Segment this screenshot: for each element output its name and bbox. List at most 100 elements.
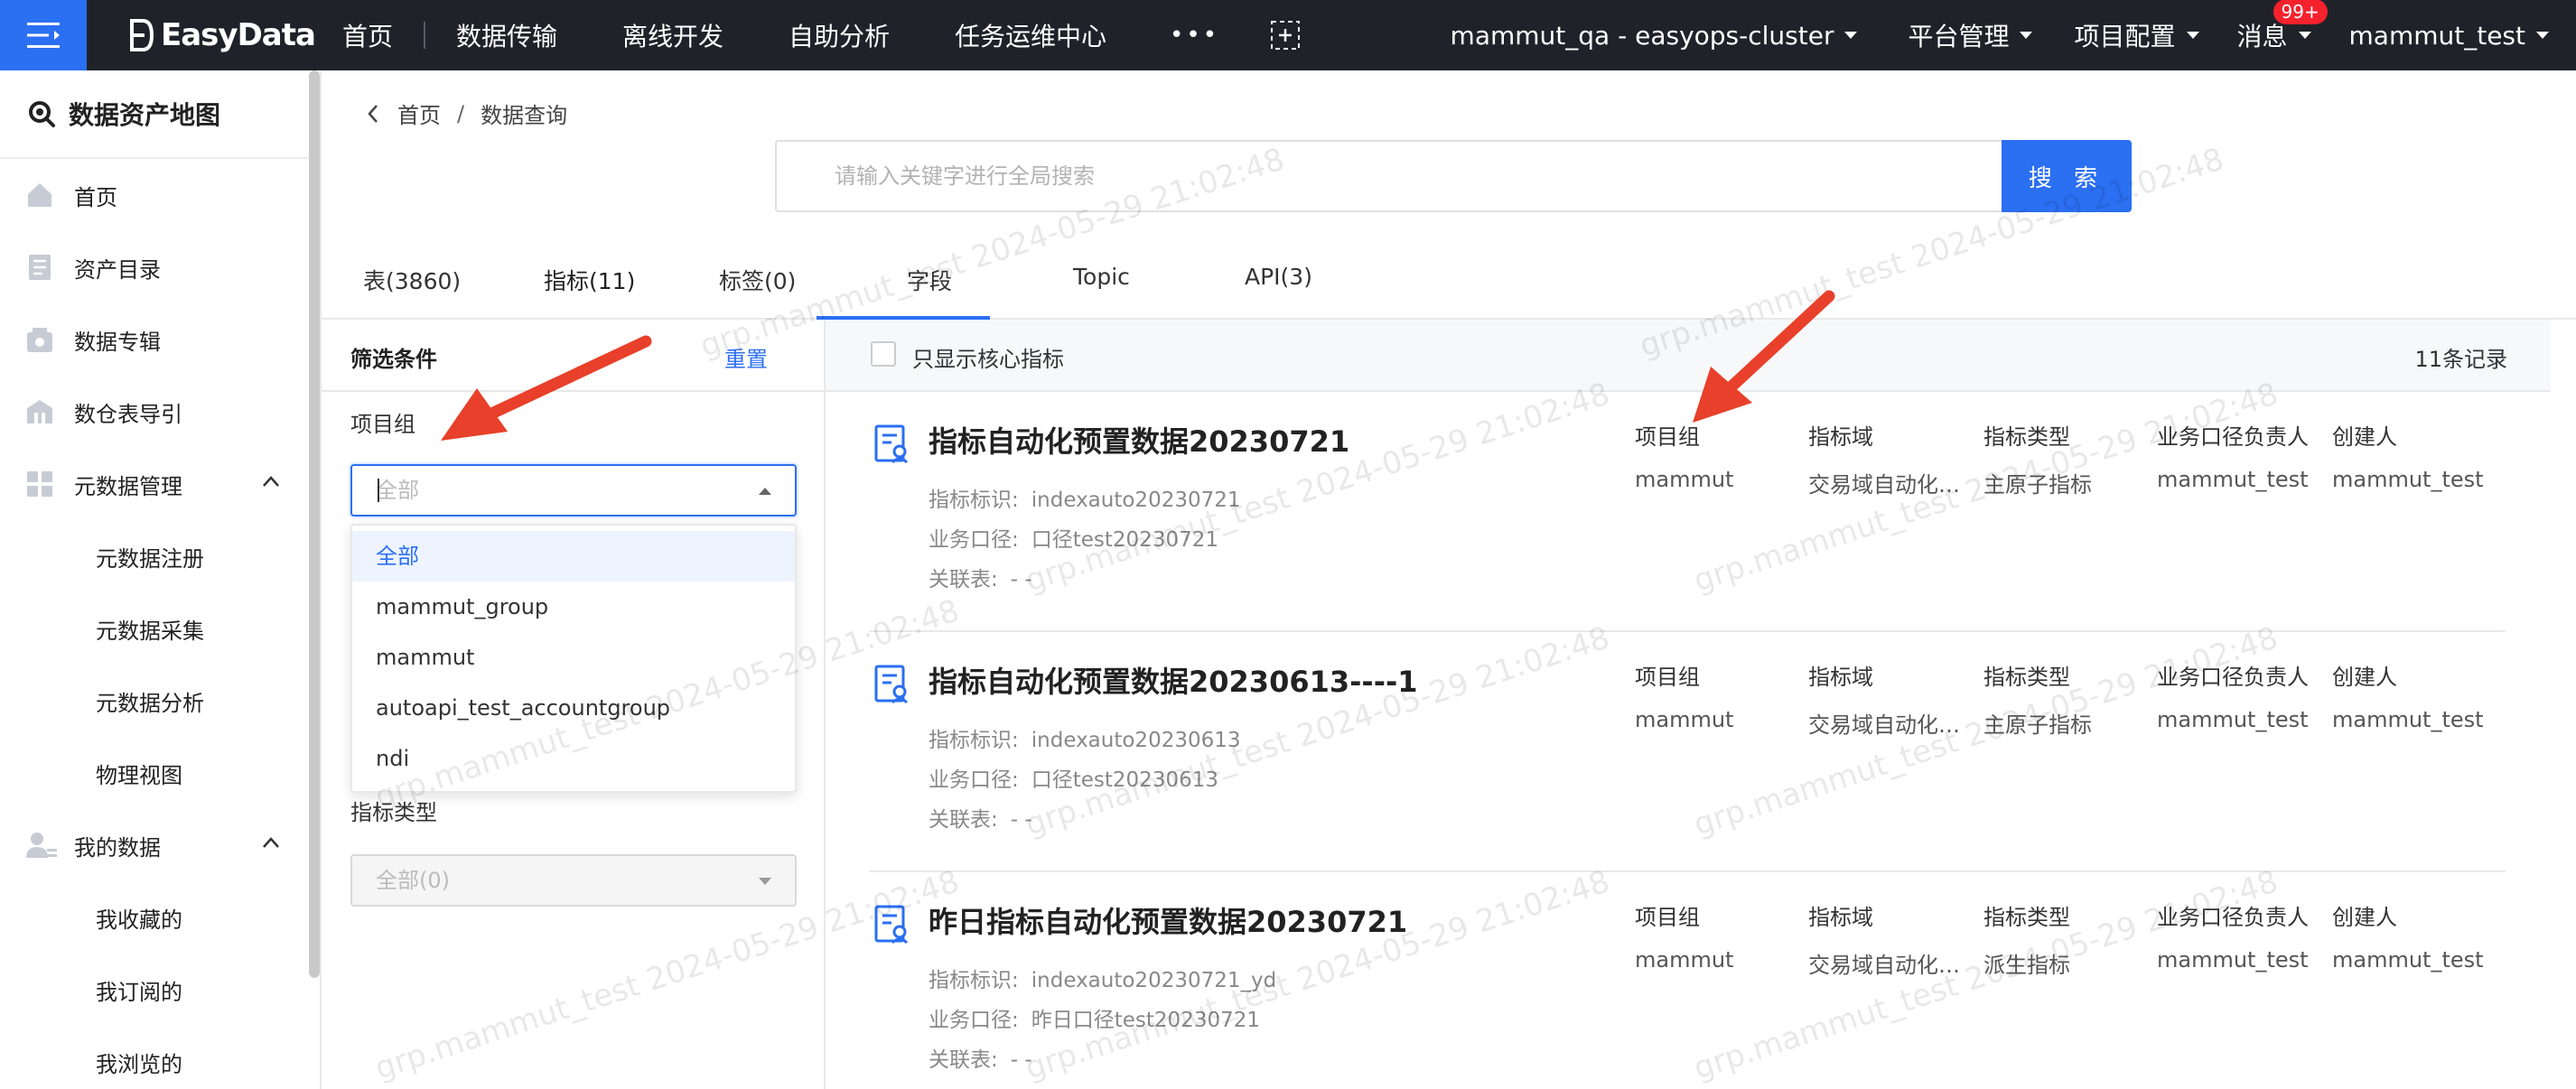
user-menu[interactable]: mammut_test: [2349, 21, 2549, 51]
cluster-selector[interactable]: mammut_qa - easyops-cluster: [1451, 21, 1858, 51]
messages-menu[interactable]: 消息 99+: [2237, 0, 2328, 53]
col-creator: 创建人 mammut_test: [2332, 899, 2504, 973]
sidebar-item-label: 我订阅的: [96, 979, 182, 1005]
sidebar-item-physical-view[interactable]: 物理视图: [0, 737, 307, 809]
metric-type-value: 全部(0): [376, 868, 450, 893]
dropdown-option[interactable]: ndi: [352, 733, 795, 784]
core-only-checkbox[interactable]: [871, 341, 896, 367]
chevron-down-icon: [2186, 32, 2199, 39]
tab-metrics[interactable]: 指标(11): [544, 264, 635, 296]
metric-card[interactable]: 指标自动化预置数据20230721 指标标识: indexauto20230721…: [869, 392, 2506, 632]
caret-down-icon: [759, 878, 771, 885]
dropdown-option[interactable]: mammut_group: [352, 582, 795, 632]
sidebar-item-album[interactable]: 数据专辑: [0, 303, 307, 376]
metric-doc-icon: [874, 665, 909, 704]
metric-rel-line: 关联表: - -: [929, 1042, 1032, 1073]
filter-title: 筛选条件: [350, 347, 437, 372]
sidebar-item-label: 元数据分析: [96, 690, 204, 716]
metric-doc-icon: [874, 905, 909, 945]
platform-label: 平台管理: [1908, 22, 2010, 51]
project-group-select[interactable]: 全部: [350, 464, 797, 517]
search-button[interactable]: 搜 索: [2002, 140, 2132, 212]
col-header: 业务口径负责人: [2157, 424, 2309, 450]
sidebar-item-my-data[interactable]: 我的数据: [0, 809, 307, 881]
col-value: mammut: [1635, 467, 1734, 492]
platform-menu[interactable]: 平台管理: [1908, 17, 2033, 53]
chevron-down-icon: [2536, 32, 2549, 39]
fullscreen-icon[interactable]: [1270, 20, 1301, 51]
metric-title[interactable]: 昨日指标自动化预置数据20230721: [929, 899, 1407, 941]
col-domain: 指标域 交易域自动化创…: [1808, 419, 1980, 498]
chevron-up-icon: [263, 837, 279, 848]
chevron-up-icon: [263, 476, 279, 487]
metric-title[interactable]: 指标自动化预置数据20230721: [929, 419, 1349, 461]
sidebar-item-warehouse-guide[interactable]: 数仓表导引: [0, 376, 307, 448]
col-type: 指标类型 主原子指标: [1983, 419, 2155, 498]
sidebar-item-catalog[interactable]: 资产目录: [0, 231, 307, 303]
col-header: 指标域: [1808, 905, 1873, 930]
metric-doc-icon: [874, 424, 909, 464]
result-tabs: 表(3860) 指标(11) 标签(0) 字段 Topic API(3): [322, 253, 2576, 320]
core-only-label[interactable]: 只显示核心指标: [912, 341, 1064, 373]
breadcrumb-home[interactable]: 首页: [397, 98, 441, 129]
app-logo[interactable]: EasyData: [128, 17, 316, 53]
col-header: 项目组: [1635, 665, 1700, 690]
metric-title[interactable]: 指标自动化预置数据20230613----1: [929, 659, 1418, 701]
nav-task-ops[interactable]: 任务运维中心: [955, 17, 1106, 53]
metric-type-select[interactable]: 全部(0): [350, 854, 797, 907]
nav-self-analysis[interactable]: 自助分析: [789, 17, 890, 53]
sidebar-scrollbar[interactable]: [309, 70, 320, 978]
home-icon: [28, 183, 51, 207]
tab-topic[interactable]: Topic: [1073, 264, 1130, 290]
col-project-group: 项目组 mammut: [1635, 899, 1806, 973]
sidebar: 数据资产地图 首页 资产目录 数据专辑 数仓表导引 元数据管理 元数据注册 元数…: [0, 70, 322, 1089]
metric-id-value: indexauto20230721_yd: [1031, 969, 1277, 992]
nav-data-transfer[interactable]: 数据传输: [456, 17, 557, 53]
top-navbar: EasyData 首页 数据传输 离线开发 自助分析 任务运维中心 ••• ma…: [0, 0, 2576, 70]
nav-right: mammut_qa - easyops-cluster 平台管理 项目配置 消息…: [1451, 0, 2576, 70]
nav-home[interactable]: 首页: [342, 17, 393, 53]
dropdown-option[interactable]: mammut: [352, 632, 795, 683]
sidebar-item-home[interactable]: 首页: [0, 159, 307, 231]
sidebar-item-metadata-collect[interactable]: 元数据采集: [0, 592, 307, 665]
sidebar-item-browsed[interactable]: 我浏览的: [0, 1026, 307, 1089]
more-icon[interactable]: •••: [1170, 22, 1219, 49]
reset-button[interactable]: 重置: [724, 341, 768, 373]
col-header: 创建人: [2332, 424, 2397, 450]
chevron-left-icon[interactable]: [367, 104, 379, 124]
hamburger-icon: [27, 23, 60, 48]
sidebar-item-favorites[interactable]: 我收藏的: [0, 881, 307, 954]
tab-fields[interactable]: 字段: [907, 264, 952, 296]
metric-biz-label: 业务口径:: [929, 1009, 1019, 1032]
metric-id-line: 指标标识: indexauto20230721_yd: [929, 963, 1276, 993]
search-input[interactable]: [775, 140, 2002, 212]
sidebar-item-metadata-analysis[interactable]: 元数据分析: [0, 665, 307, 737]
metric-card[interactable]: 昨日指标自动化预置数据20230721 指标标识: indexauto202307…: [869, 872, 2506, 1089]
nav-offline-dev[interactable]: 离线开发: [622, 17, 723, 53]
warehouse-icon: [27, 400, 52, 424]
sidebar-item-metadata-register[interactable]: 元数据注册: [0, 520, 307, 592]
sidebar-item-label: 物理视图: [96, 762, 182, 788]
col-header: 项目组: [1635, 424, 1700, 450]
dropdown-option[interactable]: autoapi_test_accountgroup: [352, 683, 795, 733]
sidebar-item-subscribed[interactable]: 我订阅的: [0, 954, 307, 1026]
tab-api[interactable]: API(3): [1245, 264, 1312, 290]
metric-card[interactable]: 指标自动化预置数据20230613----1 指标标识: indexauto202…: [869, 632, 2506, 872]
chevron-down-icon: [2298, 32, 2311, 39]
metric-type-label: 指标类型: [350, 800, 437, 825]
col-domain: 指标域 交易域自动化创…: [1808, 659, 1980, 739]
menu-toggle-button[interactable]: [0, 0, 87, 70]
record-count: 11条记录: [2414, 347, 2507, 372]
metric-rel-line: 关联表: - -: [929, 802, 1032, 833]
sidebar-item-metadata[interactable]: 元数据管理: [0, 448, 307, 520]
col-creator: 创建人 mammut_test: [2332, 659, 2504, 732]
tab-tags[interactable]: 标签(0): [719, 264, 796, 296]
project-menu[interactable]: 项目配置: [2074, 17, 2199, 53]
col-value: mammut_test: [2332, 467, 2484, 492]
col-header: 创建人: [2332, 905, 2397, 930]
message-count-badge: 99+: [2273, 0, 2328, 24]
nav-divider: [423, 22, 425, 49]
tab-tables[interactable]: 表(3860): [363, 264, 461, 296]
dropdown-option[interactable]: 全部: [352, 531, 795, 582]
col-header: 指标类型: [1983, 424, 2070, 450]
